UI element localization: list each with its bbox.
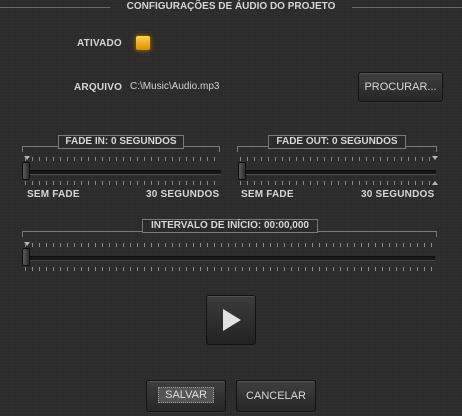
enabled-checkbox[interactable] — [136, 36, 150, 50]
fade-in-min-label: SEM FADE — [27, 189, 80, 200]
fade-in-slider-thumb[interactable] — [22, 162, 30, 180]
fade-in-title: FADE IN: 0 SEGUNDOS — [58, 135, 184, 149]
save-button[interactable]: SALVAR — [146, 380, 226, 412]
cancel-button[interactable]: CANCELAR — [236, 380, 316, 412]
fade-out-track[interactable] — [240, 170, 436, 175]
fade-out-max-label: 30 SEGUNDOS — [361, 189, 435, 200]
dialog-title: CONFIGURAÇÕES DE ÁUDIO DO PROJETO — [126, 1, 336, 12]
save-button-label: SALVAR — [158, 387, 214, 403]
fade-out-ticks — [240, 157, 434, 161]
start-interval-ticks-bottom — [25, 267, 435, 271]
start-interval-slider-thumb[interactable] — [22, 248, 30, 266]
fade-out-slider-thumb[interactable] — [238, 162, 246, 180]
fade-out-max-marker-bottom — [432, 181, 438, 185]
enabled-label: ATIVADO — [77, 38, 122, 49]
fade-in-track[interactable] — [25, 170, 221, 175]
file-label: ARQUIVO — [74, 82, 123, 93]
play-button[interactable] — [206, 295, 256, 345]
start-interval-ticks — [25, 243, 435, 247]
file-path: C:\Music\Audio.mp3 — [130, 81, 220, 92]
fade-in-ticks-bottom — [25, 181, 221, 185]
start-interval-track[interactable] — [25, 256, 435, 261]
play-icon — [223, 309, 241, 331]
fade-out-ticks-bottom — [240, 181, 434, 185]
fade-in-ticks — [25, 157, 221, 161]
fade-out-min-label: SEM FADE — [241, 189, 294, 200]
start-interval-title: INTERVALO DE INÍCIO: 00:00,000 — [142, 219, 318, 233]
browse-button[interactable]: PROCURAR... — [358, 72, 443, 102]
fade-out-title: FADE OUT: 0 SEGUNDOS — [268, 135, 406, 149]
fade-in-max-label: 30 SEGUNDOS — [146, 189, 220, 200]
